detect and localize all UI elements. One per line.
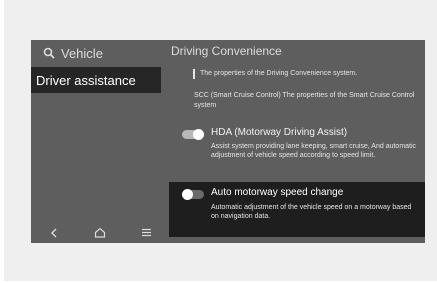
scc-description: SCC (Smart Cruise Control) The propertie… [194,92,415,109]
infotainment-screen: Vehicle Driver assistance Driving Conven… [31,40,425,243]
sidebar-item-driver-assistance[interactable]: Driver assistance [31,67,164,93]
ams-toggle[interactable] [182,189,204,200]
search-label: Vehicle [61,45,103,61]
toggle-knob [193,129,204,140]
auto-motorway-speed-change-item[interactable]: Auto motorway speed change Automatic adj… [169,182,425,237]
home-icon[interactable] [90,223,110,243]
ams-description: Automatic adjustment of the vehicle spee… [211,204,412,220]
device-frame: Vehicle Driver assistance Driving Conven… [4,0,437,281]
toggle-knob [182,189,193,200]
ams-title: Auto motorway speed change [211,187,344,198]
menu-icon[interactable] [136,223,156,243]
hda-title: HDA (Motorway Driving Assist) [211,127,348,138]
hda-toggle[interactable] [182,129,204,140]
sidebar-item-label: Driver assistance [36,72,136,88]
back-icon[interactable] [44,223,64,243]
page-title: Driving Convenience [171,44,282,58]
description-marker [193,69,195,79]
main-panel: Driving Convenience The properties of th… [169,40,425,243]
sidebar: Vehicle Driver assistance [31,40,169,243]
hda-description: Assist system providing lane keeping, sm… [211,143,417,159]
selected-indicator [161,67,164,93]
search-button[interactable]: Vehicle [43,45,103,61]
bottom-nav [31,222,169,243]
search-icon [43,47,55,59]
section-description: The properties of the Driving Convenienc… [200,70,358,77]
